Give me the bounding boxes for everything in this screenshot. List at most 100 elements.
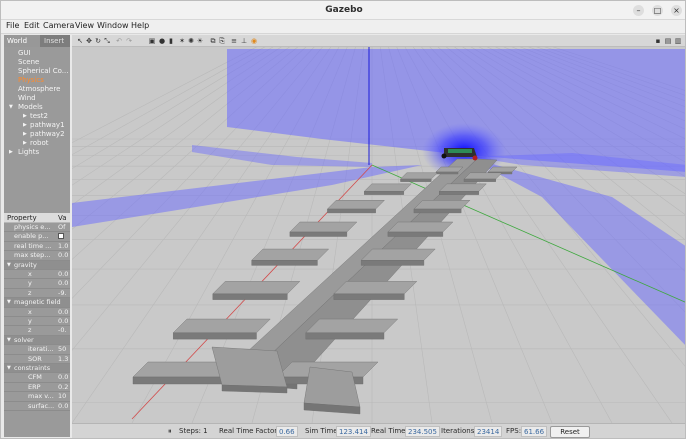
cylinder-shape-icon[interactable]: ▮	[167, 37, 175, 45]
left-panel: World Insert GUI Scene Spherical Co... P…	[4, 35, 70, 437]
property-row-magnetic-y[interactable]: y 0.0	[4, 317, 70, 327]
menu-camera[interactable]: Camera	[43, 21, 74, 30]
tree-item-wind[interactable]: Wind	[18, 94, 36, 102]
menu-view[interactable]: View	[75, 21, 94, 30]
expand-arrow-icon[interactable]: ▶	[23, 122, 27, 128]
cross-slab-side	[132, 376, 226, 385]
cross-slab-top	[413, 200, 471, 210]
tree-item-model[interactable]: robot	[30, 139, 48, 147]
spot-light-icon[interactable]: ✺	[187, 37, 195, 45]
property-group-solver[interactable]: ▼ solver	[4, 335, 70, 346]
cross-slab-side	[439, 191, 479, 195]
scene-canvas[interactable]	[72, 47, 686, 423]
expand-arrow-icon[interactable]: ▶	[9, 149, 13, 155]
enable-physics-checkbox[interactable]	[58, 233, 64, 240]
tab-world[interactable]: World	[4, 35, 40, 47]
gazebo-window: Gazebo – □ × File Edit Camera View Windo…	[0, 0, 686, 439]
close-icon[interactable]: ×	[671, 5, 682, 16]
maximize-icon[interactable]: □	[652, 5, 663, 16]
tree-item-gui[interactable]: GUI	[18, 49, 31, 57]
window-title: Gazebo	[325, 5, 363, 15]
translate-mode-icon[interactable]: ✥	[85, 37, 93, 45]
panel-tabs: World Insert	[4, 35, 70, 47]
select-mode-icon[interactable]: ↖	[76, 37, 84, 45]
rotate-mode-icon[interactable]: ↻	[94, 37, 102, 45]
property-row-iterations[interactable]: iterati... 50	[4, 345, 70, 355]
property-row-sor[interactable]: SOR 1.3	[4, 355, 70, 364]
screenshot-icon[interactable]: ▪	[654, 37, 662, 45]
collapse-arrow-icon[interactable]: ▼	[9, 104, 13, 110]
tree-item-physics[interactable]: Physics	[18, 76, 44, 84]
tree-item-lights[interactable]: Lights	[18, 148, 39, 156]
property-row-magnetic-z[interactable]: z -0.	[4, 326, 70, 336]
property-row-magnetic-x[interactable]: x 0.0	[4, 308, 70, 317]
property-group-constraints[interactable]: ▼ constraints	[4, 364, 70, 374]
steps-label[interactable]: Steps: 1	[179, 427, 208, 435]
change-view-icon[interactable]: ◉	[250, 37, 258, 45]
expand-arrow-icon[interactable]: ▶	[23, 131, 27, 137]
property-group-gravity[interactable]: ▼ gravity	[4, 260, 70, 270]
tree-item-model[interactable]: pathway2	[30, 130, 65, 138]
end-slab-top	[211, 346, 288, 388]
point-light-icon[interactable]: ✶	[178, 37, 186, 45]
property-row-cfm[interactable]: CFM 0.0	[4, 373, 70, 383]
cross-slab-top	[212, 281, 301, 295]
property-row-physics-engine[interactable]: physics e... Of	[4, 223, 70, 233]
scene-viewport[interactable]	[72, 47, 686, 423]
property-row-max-step[interactable]: max step... 0.0	[4, 251, 70, 261]
menu-help[interactable]: Help	[131, 21, 149, 30]
menu-edit[interactable]: Edit	[24, 21, 40, 30]
tree-item-model[interactable]: test2	[30, 112, 48, 120]
menu-file[interactable]: File	[6, 21, 19, 30]
record-icon[interactable]: ▥	[674, 37, 682, 45]
expand-arrow-icon[interactable]: ▶	[23, 113, 27, 119]
cross-slab-top	[487, 166, 518, 173]
paste-icon[interactable]: ⎘	[218, 37, 226, 45]
log-icon[interactable]: ▤	[664, 37, 672, 45]
tree-item-atmosphere[interactable]: Atmosphere	[18, 85, 60, 93]
tree-item-model[interactable]: pathway1	[30, 121, 65, 129]
tab-insert[interactable]: Insert	[41, 35, 70, 47]
cross-slab-side	[305, 332, 385, 340]
reset-time-button[interactable]: Reset Time	[550, 426, 590, 438]
tree-item-models[interactable]: Models	[18, 103, 43, 111]
real-time-value: 234.505	[405, 426, 440, 437]
cross-slab-side	[463, 178, 496, 182]
undo-icon[interactable]: ↶	[115, 37, 123, 45]
cross-slab-side	[212, 293, 288, 300]
property-row-surface-layer[interactable]: surfac... 0.0	[4, 402, 70, 411]
tree-item-scene[interactable]: Scene	[18, 58, 39, 66]
directional-light-icon[interactable]: ☀	[196, 37, 204, 45]
expand-arrow-icon[interactable]: ▶	[23, 140, 27, 146]
pause-icon[interactable]: ⏸	[168, 427, 172, 436]
property-row-gravity-x[interactable]: x 0.0	[4, 270, 70, 280]
property-row-gravity-y[interactable]: y 0.0	[4, 279, 70, 289]
menu-window[interactable]: Window	[97, 21, 129, 30]
property-row-real-time[interactable]: real time ... 1.0	[4, 242, 70, 252]
property-row-erp[interactable]: ERP 0.2	[4, 383, 70, 393]
copy-icon[interactable]: ⧉	[209, 37, 217, 45]
cross-slab-top	[399, 172, 438, 180]
property-row-enable-physics[interactable]: enable p...	[4, 232, 70, 242]
box-shape-icon[interactable]: ▣	[148, 37, 156, 45]
property-row-gravity-z[interactable]: z -9.	[4, 289, 70, 299]
property-table: Property Va physics e... Of enable p... …	[4, 213, 70, 437]
value-column-header: Va	[58, 214, 67, 222]
fps-label: FPS:	[506, 427, 522, 435]
cross-slab-side	[435, 171, 459, 175]
sphere-shape-icon[interactable]: ●	[158, 37, 166, 45]
tree-item-spherical-coordinates[interactable]: Spherical Co...	[18, 67, 68, 75]
property-group-magnetic-field[interactable]: ▼ magnetic field	[4, 298, 70, 308]
property-row-max-velocity[interactable]: max v... 10	[4, 392, 70, 402]
robot-top-plate	[448, 149, 472, 153]
redo-icon[interactable]: ↷	[125, 37, 133, 45]
property-column-header: Property	[7, 214, 37, 222]
align-icon[interactable]: ≡	[230, 37, 238, 45]
snap-icon[interactable]: ⊥	[240, 37, 248, 45]
real-time-factor-value: 0.66	[276, 426, 298, 437]
cross-slab-side	[413, 208, 462, 214]
cross-slab-side	[289, 231, 348, 237]
minimize-icon[interactable]: –	[633, 5, 644, 16]
cross-slab-side	[400, 178, 432, 182]
scale-mode-icon[interactable]: ⤡	[103, 37, 111, 45]
